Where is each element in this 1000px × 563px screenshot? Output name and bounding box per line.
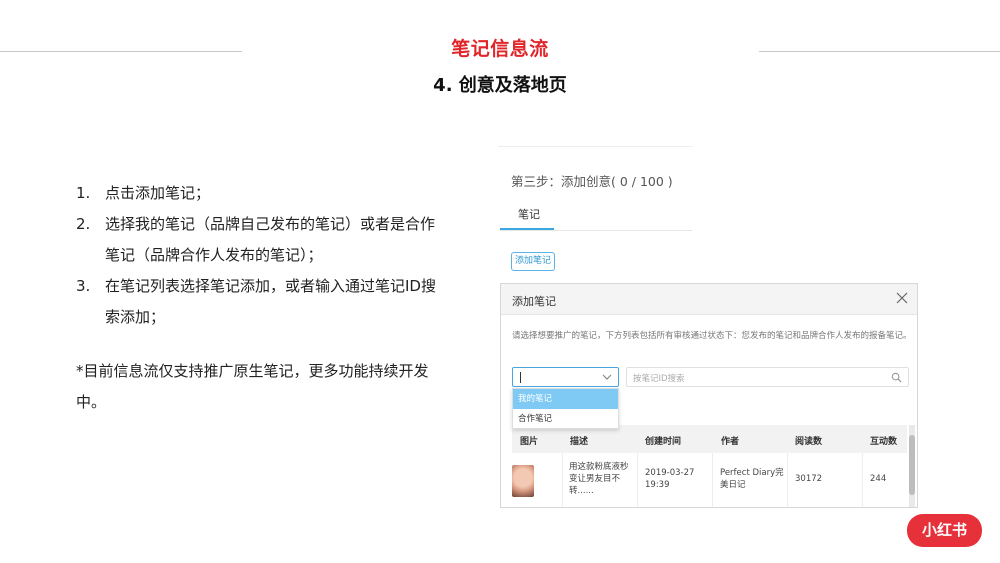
notes-table-header: 图片 描述 创建时间 作者 阅读数 互动数 <box>512 425 907 453</box>
step-text: 点击添加笔记； <box>105 184 211 202</box>
tab-notes[interactable]: 笔记 <box>518 206 540 222</box>
chevron-down-icon <box>602 374 612 380</box>
tab-divider <box>500 230 692 231</box>
dropdown-option-partner-notes[interactable]: 合作笔记 <box>513 409 618 429</box>
xiaohongshu-logo: 小红书 <box>907 514 982 547</box>
steps-list: 1. 点击添加笔记； 2. 选择我的笔记（品牌自己发布的笔记）或者是合作笔记（品… <box>76 178 436 333</box>
column-divider <box>637 453 638 507</box>
note-type-select[interactable] <box>512 367 619 387</box>
modal-header: 添加笔记 <box>501 284 917 315</box>
dropdown-option-my-notes[interactable]: 我的笔记 <box>513 389 618 409</box>
column-header-created: 创建时间 <box>645 437 682 447</box>
step-item: 1. 点击添加笔记； <box>76 178 436 209</box>
table-row[interactable]: 用这款粉底液秒变让男友目不转...... 2019-03-27 19:39 Pe… <box>512 453 907 507</box>
section-title: 笔记信息流 <box>451 38 549 60</box>
text-cursor <box>520 372 521 383</box>
search-placeholder: 按笔记ID搜索 <box>633 374 685 384</box>
step-number: 1. <box>76 184 91 202</box>
note-interactions: 244 <box>870 474 887 484</box>
note-created-time: 2019-03-27 19:39 <box>645 468 695 490</box>
add-note-modal: 添加笔记 请选择想要推广的笔记，下方列表包括所有审核通过状态下：您发布的笔记和品… <box>500 283 918 508</box>
column-header-interactions: 互动数 <box>870 437 898 447</box>
note-type-dropdown: 我的笔记 合作笔记 <box>512 388 619 429</box>
step-text: 选择我的笔记（品牌自己发布的笔记）或者是合作笔记（品牌合作人发布的笔记）； <box>105 215 436 264</box>
footnote: *目前信息流仅支持推广原生笔记，更多功能持续开发中。 <box>76 362 429 411</box>
note-thumbnail <box>512 465 534 497</box>
modal-title: 添加笔记 <box>512 295 556 308</box>
note-description: 用这款粉底液秒变让男友目不转...... <box>569 462 629 496</box>
note-reads: 30172 <box>795 474 823 484</box>
step-text: 在笔记列表选择笔记添加，或者输入通过笔记ID搜索添加； <box>105 277 436 326</box>
column-divider <box>562 453 563 507</box>
table-scrollbar[interactable] <box>909 425 915 507</box>
column-divider <box>862 453 863 507</box>
column-header-author: 作者 <box>721 437 740 447</box>
column-header-image: 图片 <box>520 437 539 447</box>
column-header-reads: 阅读数 <box>795 437 823 447</box>
step-item: 2. 选择我的笔记（品牌自己发布的笔记）或者是合作笔记（品牌合作人发布的笔记）； <box>76 209 436 271</box>
note-id-search-input[interactable]: 按笔记ID搜索 <box>626 367 909 387</box>
add-note-button[interactable]: 添加笔记 <box>511 252 555 271</box>
step-number: 3. <box>76 277 91 295</box>
step-three-title: 第三步：添加创意( 0 / 100 ) <box>511 174 673 189</box>
modal-description: 请选择想要推广的笔记，下方列表包括所有审核通过状态下：您发布的笔记和品牌合作人发… <box>512 331 912 341</box>
close-icon[interactable] <box>894 290 910 306</box>
column-divider <box>712 453 713 507</box>
search-icon[interactable] <box>891 372 902 383</box>
page-subtitle: 4. 创意及落地页 <box>433 75 567 96</box>
column-header-description: 描述 <box>570 437 589 447</box>
step-number: 2. <box>76 215 91 233</box>
scrollbar-thumb[interactable] <box>909 435 915 495</box>
column-divider <box>787 453 788 507</box>
step-item: 3. 在笔记列表选择笔记添加，或者输入通过笔记ID搜索添加； <box>76 271 436 333</box>
note-author: Perfect Diary完美日记 <box>720 468 784 490</box>
